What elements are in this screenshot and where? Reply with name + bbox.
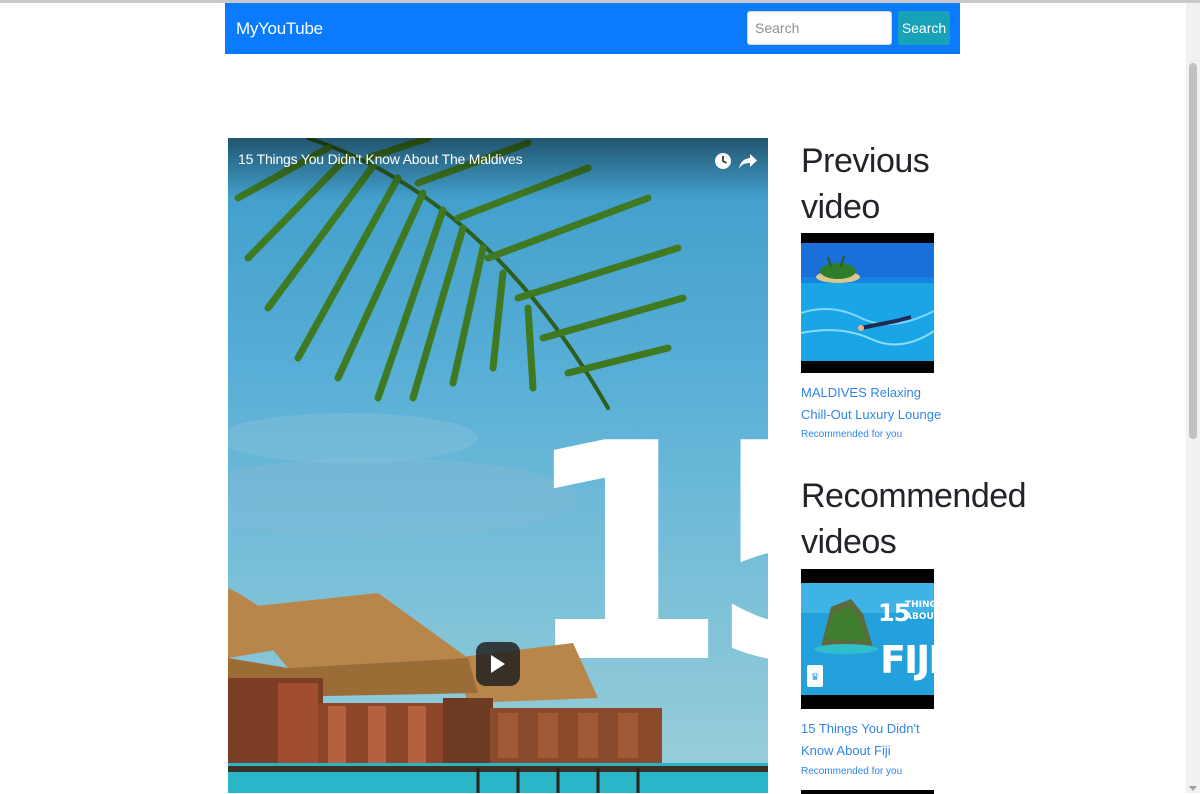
- page-scrollbar[interactable]: [1186, 3, 1200, 793]
- svg-text:♛: ♛: [811, 672, 820, 683]
- previous-video-thumbnail[interactable]: [801, 233, 934, 373]
- previous-video-image: [801, 233, 934, 373]
- recommended-heading-line2: videos: [801, 523, 897, 561]
- play-button[interactable]: [476, 642, 520, 686]
- next-recommended-thumbnail-edge[interactable]: [801, 790, 934, 794]
- brand-link[interactable]: MyYouTube: [236, 19, 323, 39]
- share-icon[interactable]: [738, 152, 758, 170]
- previous-heading-line1: Previous: [801, 142, 930, 180]
- recommended-videos-heading: Recommended videos: [801, 473, 1027, 565]
- play-icon: [491, 655, 505, 673]
- video-title[interactable]: 15 Things You Didn't Know About The Mald…: [238, 151, 523, 167]
- previous-video-title[interactable]: MALDIVES Relaxing Chill-Out Luxury Loung…: [801, 382, 951, 426]
- recommended-video-image: ♛ 15 THINGS ABOUT FIJI: [801, 569, 934, 709]
- scroll-down-arrow-icon[interactable]: [1189, 786, 1197, 791]
- search-button[interactable]: Search: [898, 11, 950, 45]
- thumb-text-things: THINGS: [905, 600, 934, 610]
- player-title-shade: [228, 138, 768, 198]
- recommended-heading-line1: Recommended: [801, 477, 1027, 515]
- recommended-video-subtitle: Recommended for you: [801, 766, 903, 777]
- search-input[interactable]: [747, 11, 892, 45]
- video-thumbnail-scene: 15: [228, 138, 768, 793]
- recommended-video-thumbnail[interactable]: ♛ 15 THINGS ABOUT FIJI: [801, 569, 934, 709]
- video-player[interactable]: 15: [228, 138, 768, 793]
- scrollbar-thumb[interactable]: [1189, 63, 1197, 439]
- previous-video-subtitle: Recommended for you: [801, 429, 903, 440]
- clock-icon[interactable]: [714, 152, 732, 170]
- thumb-text-about: ABOUT: [905, 612, 934, 622]
- previous-heading-line2: video: [801, 188, 880, 226]
- recommended-video-title[interactable]: 15 Things You Didn't Know About Fiji: [801, 718, 951, 762]
- sidebar: Previous video MALDIVES Relaxing Chill-O…: [801, 138, 1027, 794]
- thumb-text-fiji: FIJI: [880, 638, 934, 682]
- previous-video-heading: Previous video: [801, 138, 991, 230]
- navbar: MyYouTube Search: [225, 3, 960, 54]
